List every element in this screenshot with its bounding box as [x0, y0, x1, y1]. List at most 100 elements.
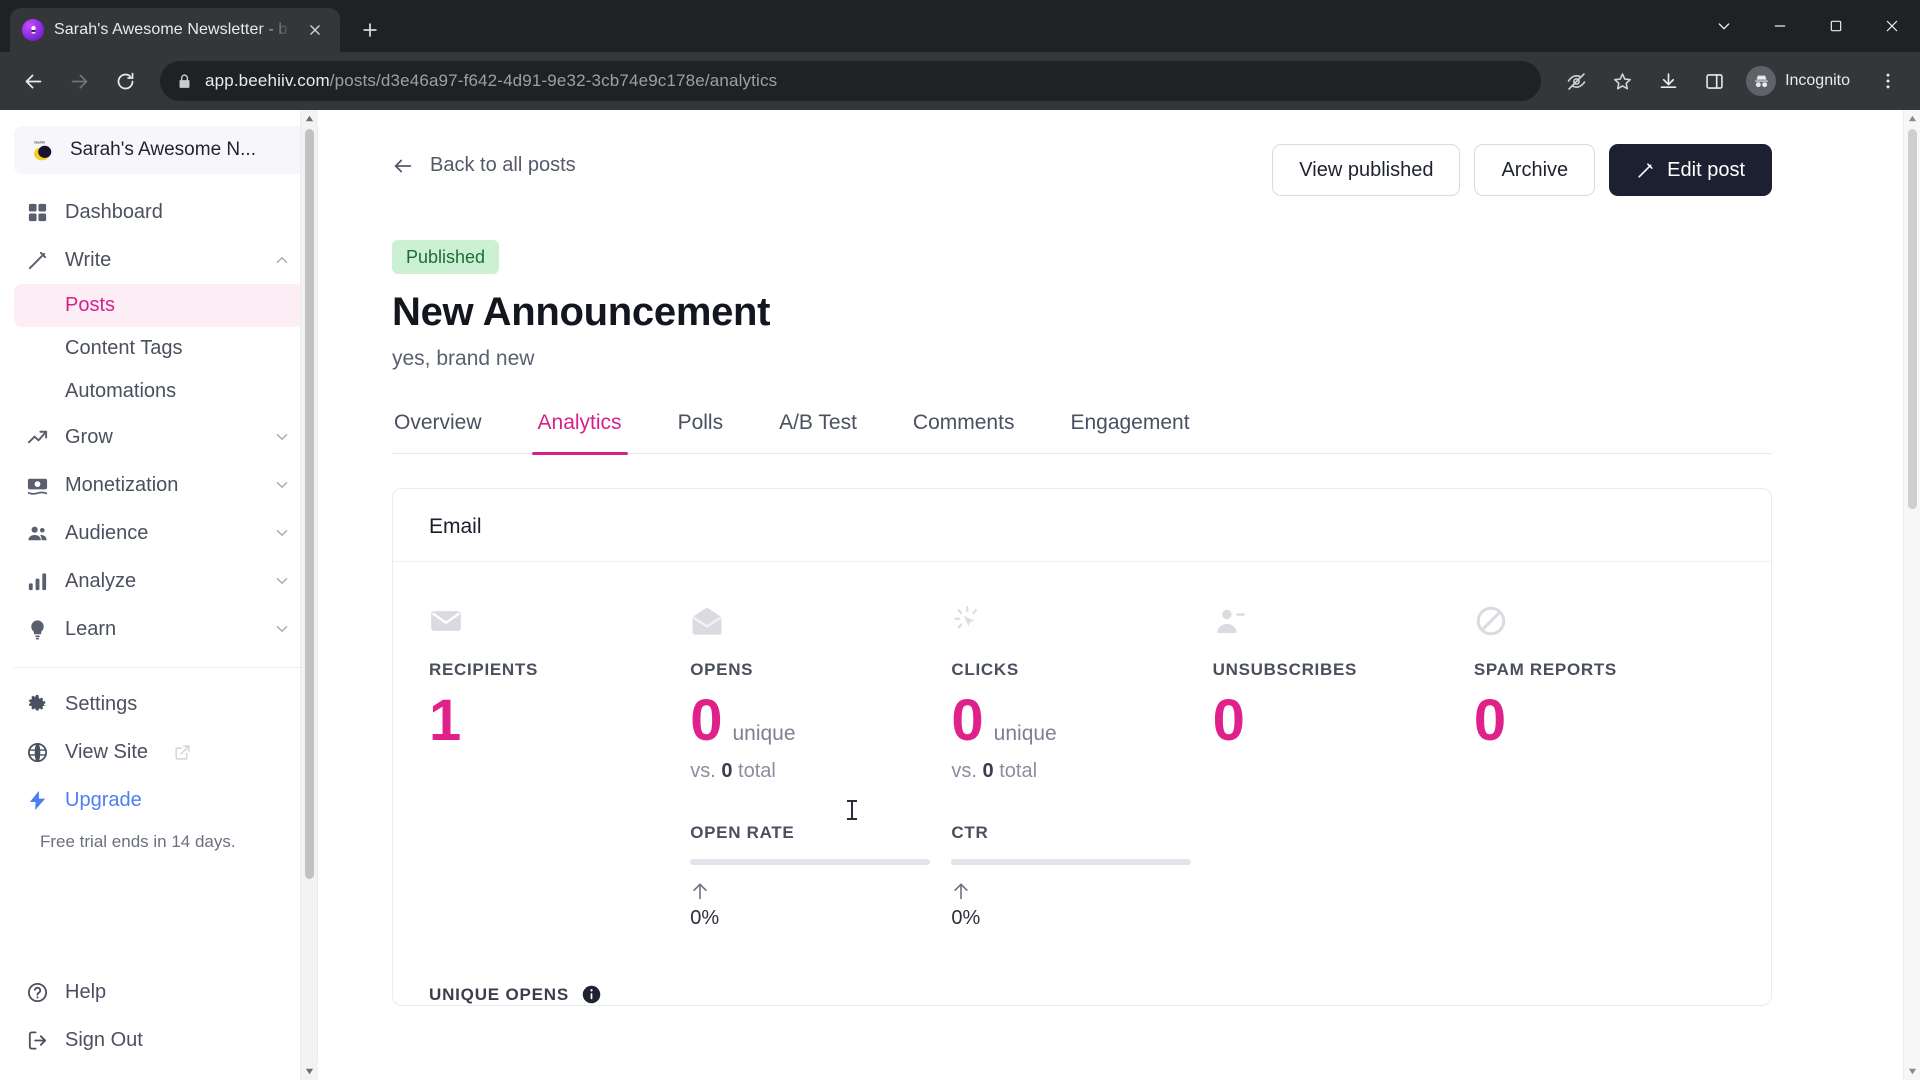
sidebar-item-posts[interactable]: Posts — [14, 284, 303, 327]
scroll-down-arrow-icon[interactable] — [1904, 1063, 1920, 1080]
metric-value: 1 — [429, 688, 462, 753]
sidebar-footer-nav: Settings View Site Upgrade Free trial en… — [0, 680, 317, 855]
maximize-icon[interactable] — [1808, 0, 1864, 52]
metric-clicks: CLICKS 0 unique vs. 0 total CTR 0% — [951, 600, 1212, 930]
beehiiv-bee-icon — [22, 19, 44, 41]
chevron-down-icon — [273, 620, 291, 638]
sidebar-item-label: Audience — [65, 521, 149, 544]
sidebar-item-help[interactable]: Help — [14, 968, 303, 1016]
bar-chart-icon — [26, 570, 49, 593]
sidebar-item-learn[interactable]: Learn — [14, 605, 303, 653]
chevron-down-icon — [273, 476, 291, 494]
minimize-icon[interactable] — [1752, 0, 1808, 52]
sidebar-item-automations[interactable]: Automations — [14, 370, 303, 413]
reload-icon[interactable] — [104, 60, 146, 102]
scroll-up-arrow-icon[interactable] — [300, 110, 318, 127]
lightning-bolt-icon — [26, 789, 49, 812]
kebab-menu-icon[interactable] — [1868, 60, 1908, 102]
sidebar-item-settings[interactable]: Settings — [14, 680, 303, 728]
sidebar-item-dashboard[interactable]: Dashboard — [14, 188, 303, 236]
tab-overview[interactable]: Overview — [392, 411, 484, 453]
scroll-down-arrow-icon[interactable] — [300, 1063, 318, 1080]
envelope-closed-icon — [429, 600, 690, 642]
grid-icon — [26, 201, 49, 224]
metric-sub-value: 0 — [721, 760, 733, 782]
close-icon[interactable] — [302, 17, 328, 43]
side-panel-icon[interactable] — [1693, 60, 1735, 102]
edit-post-button[interactable]: Edit post — [1609, 144, 1772, 196]
chevron-down-icon[interactable] — [1696, 0, 1752, 52]
tab-polls[interactable]: Polls — [676, 411, 726, 453]
page-scrollbar[interactable] — [1903, 110, 1920, 1080]
rate-progress-bar — [690, 859, 931, 865]
sidebar-item-write[interactable]: Write — [14, 236, 303, 284]
workspace-name: Sarah's Awesome N... — [70, 139, 256, 160]
window-controls — [1696, 0, 1920, 52]
sidebar-item-label: Dashboard — [65, 200, 163, 223]
sidebar-item-content-tags[interactable]: Content Tags — [14, 327, 303, 370]
sidebar-item-sign-out[interactable]: Sign Out — [14, 1016, 303, 1064]
window-close-icon[interactable] — [1864, 0, 1920, 52]
scroll-up-arrow-icon[interactable] — [1904, 110, 1920, 127]
metric-sub-value: 0 — [982, 760, 994, 782]
metric-unit: unique — [732, 722, 796, 745]
external-link-icon — [174, 744, 191, 761]
sidebar-scrollbar[interactable] — [300, 110, 318, 1080]
bookmark-star-icon[interactable] — [1601, 60, 1643, 102]
metric-value: 0 — [951, 688, 984, 753]
sidebar-item-upgrade[interactable]: Upgrade — [14, 776, 303, 824]
metric-value-row: 0 — [1213, 692, 1474, 750]
metric-sub-prefix: vs. — [690, 760, 722, 782]
chevron-up-icon — [273, 251, 291, 269]
address-bar[interactable]: app.beehiiv.com/posts/d3e46a97-f642-4d91… — [160, 61, 1542, 101]
sidebar-subitem-label: Content Tags — [65, 337, 183, 359]
metric-sub-prefix: vs. — [951, 760, 983, 782]
metric-unit: unique — [993, 722, 1057, 745]
text-cursor — [847, 800, 857, 820]
cursor-click-icon — [951, 600, 1212, 642]
sidebar-item-monetization[interactable]: Monetization — [14, 461, 303, 509]
browser-tab[interactable]: Sarah's Awesome Newsletter - b — [10, 8, 340, 52]
arrow-left-icon[interactable] — [12, 60, 54, 102]
sidebar-subitem-label: Posts — [65, 294, 116, 316]
page-subtitle: yes, brand new — [392, 347, 535, 370]
scrollbar-thumb[interactable] — [304, 129, 314, 879]
metric-label: CLICKS — [951, 660, 1019, 679]
tab-engagement[interactable]: Engagement — [1068, 411, 1191, 453]
rate-progress-bar — [951, 859, 1192, 865]
downloads-icon[interactable] — [1647, 60, 1689, 102]
arrow-up-icon — [954, 883, 969, 900]
metric-value: 0 — [690, 688, 723, 753]
sidebar-item-view-site[interactable]: View Site — [14, 728, 303, 776]
workspace-switcher[interactable]: beehiiv Sarah's Awesome N... — [14, 126, 303, 174]
sidebar-item-grow[interactable]: Grow — [14, 413, 303, 461]
money-icon — [26, 474, 49, 497]
new-tab-button[interactable] — [348, 8, 392, 52]
url-text: app.beehiiv.com/posts/d3e46a97-f642-4d91… — [205, 71, 777, 91]
scrollbar-thumb[interactable] — [1907, 129, 1917, 509]
view-published-button[interactable]: View published — [1272, 144, 1461, 196]
chevron-down-icon — [273, 428, 291, 446]
back-to-all-posts-link[interactable]: Back to all posts — [392, 144, 576, 177]
tab-comments[interactable]: Comments — [911, 411, 1017, 453]
sidebar-subitem-label: Automations — [65, 380, 177, 402]
lock-icon — [179, 73, 190, 88]
sidebar-item-audience[interactable]: Audience — [14, 509, 303, 557]
card-title: Email — [429, 515, 482, 538]
tab-ab-test[interactable]: A/B Test — [777, 411, 859, 453]
tab-analytics[interactable]: Analytics — [531, 411, 628, 455]
url-path: /posts/d3e46a97-f642-4d91-9e32-3cb74e9c1… — [329, 71, 778, 90]
tracking-protection-icon[interactable] — [1555, 60, 1597, 102]
sidebar-item-analyze[interactable]: Analyze — [14, 557, 303, 605]
metric-label: OPENS — [690, 660, 754, 679]
lightbulb-icon — [26, 618, 49, 641]
archive-button[interactable]: Archive — [1474, 144, 1596, 196]
profile-incognito-button[interactable]: Incognito — [1741, 62, 1864, 100]
back-link-label: Back to all posts — [430, 154, 576, 176]
app-sidebar: beehiiv Sarah's Awesome N... Dashboard W… — [0, 110, 318, 1080]
sidebar-item-label: Grow — [65, 425, 113, 448]
sidebar-item-label: Settings — [65, 692, 138, 715]
metric-label: SPAM REPORTS — [1473, 660, 1617, 679]
info-icon[interactable] — [581, 984, 602, 1005]
sidebar-item-label: Sign Out — [65, 1028, 143, 1051]
